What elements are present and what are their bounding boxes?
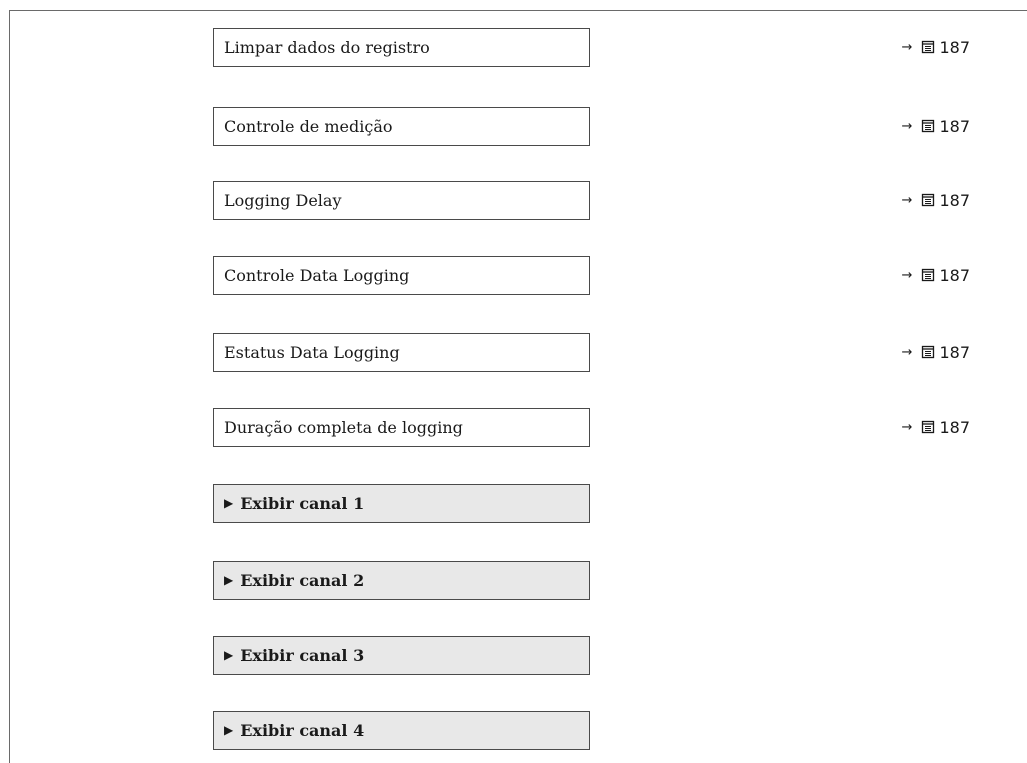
page-number: 187 [939,343,970,362]
submenu-display-channel-4[interactable]: ▶ Exibir canal 4 [213,711,590,750]
book-icon [922,268,935,281]
submenu-triangle-icon: ▶ [224,647,234,662]
arrow-icon: → [901,420,913,435]
page-reference[interactable]: → 187 [902,333,970,372]
book-icon [922,40,935,53]
page-reference[interactable]: → 187 [902,256,970,295]
book-icon [922,119,935,132]
parameter-box-data-logging-status[interactable]: Estatus Data Logging [213,333,590,372]
parameter-box-measurement-control[interactable]: Controle de medição [213,107,590,146]
parameter-label: Duração completa de logging [224,418,463,437]
arrow-icon: → [901,119,913,134]
parameter-box-full-logging-duration[interactable]: Duração completa de logging [213,408,590,447]
page-number: 187 [939,191,970,210]
submenu-display-channel-2[interactable]: ▶ Exibir canal 2 [213,561,590,600]
page-frame-left-rule [9,10,10,763]
submenu-triangle-icon: ▶ [224,722,234,737]
page-reference[interactable]: → 187 [902,408,970,447]
page-number: 187 [939,117,970,136]
parameter-label: Controle Data Logging [224,266,410,285]
page-number: 187 [939,418,970,437]
parameter-box-data-logging-control[interactable]: Controle Data Logging [213,256,590,295]
arrow-icon: → [901,40,913,55]
page-number: 187 [939,266,970,285]
arrow-icon: → [901,193,913,208]
submenu-triangle-icon: ▶ [224,572,234,587]
parameter-label: Logging Delay [224,191,342,210]
submenu-label: Exibir canal 3 [240,646,365,665]
book-icon [922,420,935,433]
page-reference[interactable]: → 187 [902,107,970,146]
parameter-label: Controle de medição [224,117,393,136]
page-frame-top-rule [9,10,1027,11]
submenu-label: Exibir canal 2 [240,571,365,590]
parameter-box-clear-log-data[interactable]: Limpar dados do registro [213,28,590,67]
parameter-label: Limpar dados do registro [224,38,430,57]
submenu-label: Exibir canal 4 [240,721,365,740]
submenu-label: Exibir canal 1 [240,494,365,513]
parameter-label: Estatus Data Logging [224,343,400,362]
book-icon [922,193,935,206]
arrow-icon: → [901,268,913,283]
submenu-display-channel-3[interactable]: ▶ Exibir canal 3 [213,636,590,675]
parameter-box-logging-delay[interactable]: Logging Delay [213,181,590,220]
page-reference[interactable]: → 187 [902,28,970,67]
book-icon [922,345,935,358]
arrow-icon: → [901,345,913,360]
submenu-triangle-icon: ▶ [224,495,234,510]
page-number: 187 [939,38,970,57]
page-reference[interactable]: → 187 [902,181,970,220]
submenu-display-channel-1[interactable]: ▶ Exibir canal 1 [213,484,590,523]
